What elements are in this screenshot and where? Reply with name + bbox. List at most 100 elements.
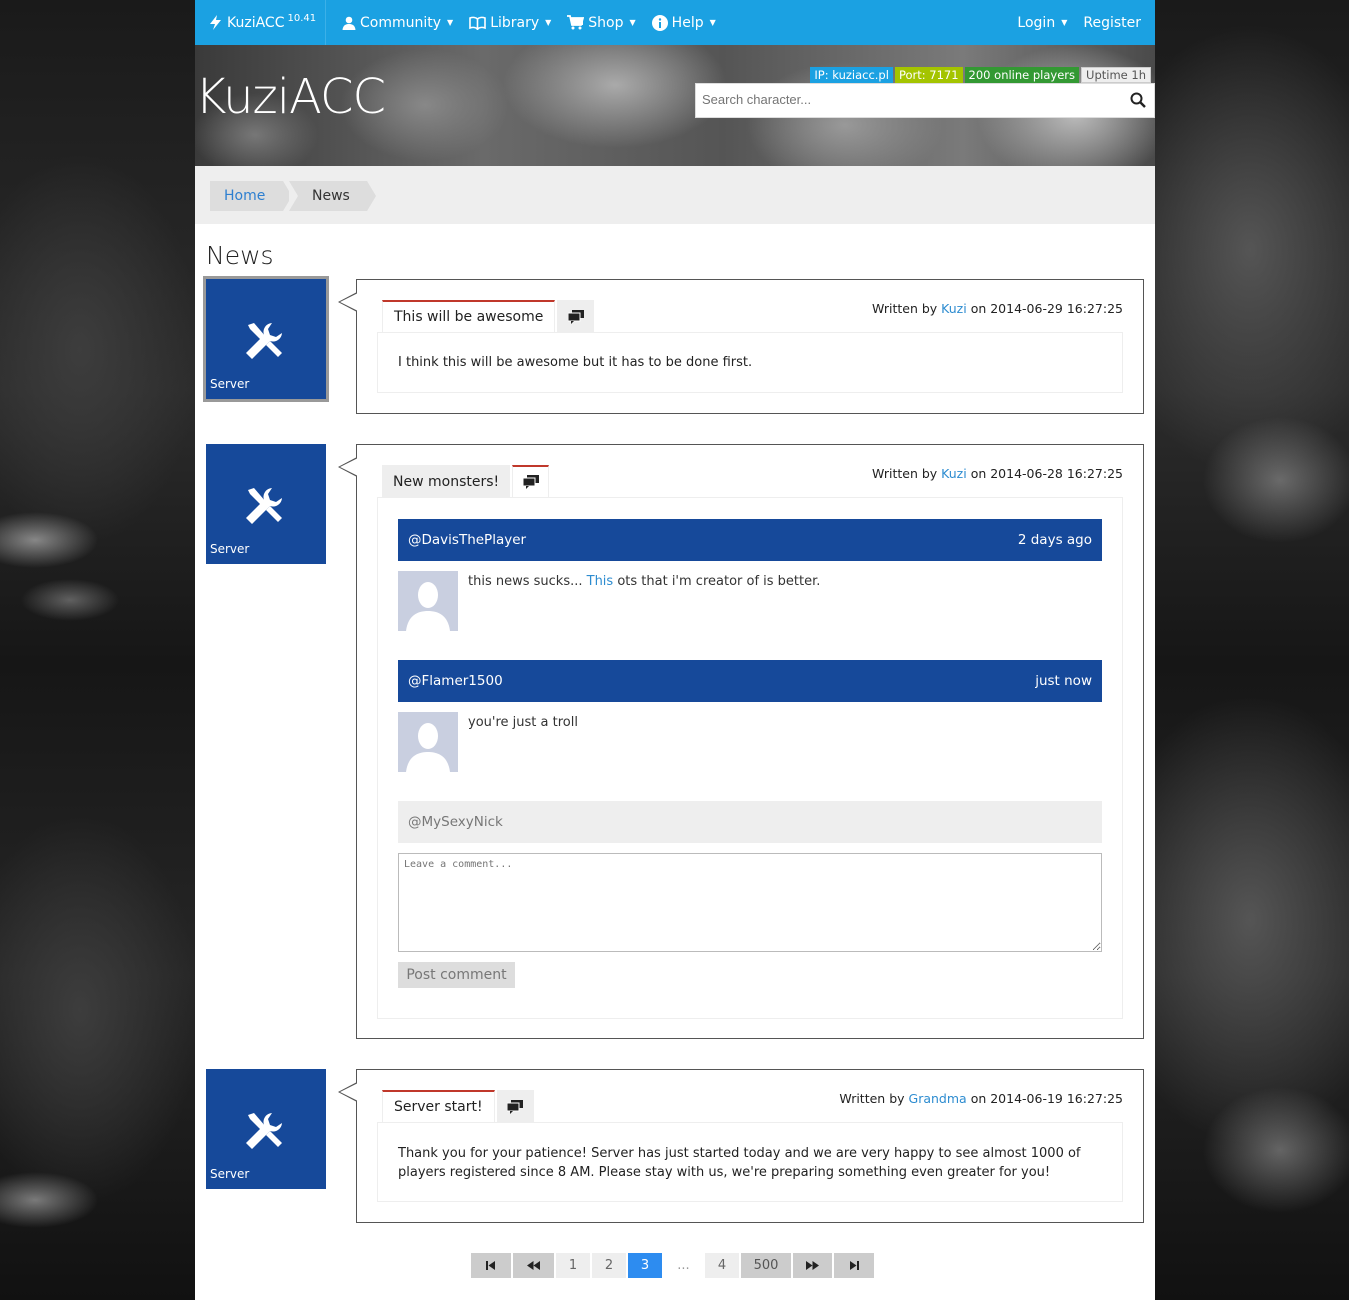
news-category-tile[interactable]: Server [206, 444, 326, 564]
comment-time: 2 days ago [1017, 532, 1092, 548]
news-tabs: This will be awesome [382, 300, 595, 332]
nav-help[interactable]: Help ▼ [651, 14, 716, 31]
chevron-down-icon: ▼ [629, 18, 636, 27]
nav-menu: Community ▼ Library ▼ Shop ▼ Help ▼ [342, 0, 716, 45]
breadcrumb-current: News [289, 181, 376, 211]
chevron-down-icon: ▼ [447, 18, 454, 27]
news-meta: Written by Kuzi on 2014-06-29 16:27:25 [872, 301, 1123, 316]
news-meta: Written by Grandma on 2014-06-19 16:27:2… [839, 1091, 1123, 1106]
nav-library[interactable]: Library ▼ [469, 15, 551, 31]
avatar [398, 712, 458, 772]
written-by-label: Written by [872, 466, 938, 481]
page-button[interactable]: 1 [556, 1253, 590, 1278]
comments-icon [507, 1100, 524, 1114]
tab-article[interactable]: New monsters! [382, 465, 511, 497]
tab-article[interactable]: Server start! [382, 1090, 495, 1122]
server-badges: IP: kuziacc.pl Port: 7171 200 online pla… [810, 67, 1151, 83]
bolt-icon [210, 15, 221, 30]
news-date: on 2014-06-29 16:27:25 [970, 301, 1123, 316]
page-button[interactable]: 4 [705, 1253, 739, 1278]
breadcrumb-home[interactable]: Home [210, 181, 292, 211]
tile-label: Server [210, 1167, 250, 1181]
brand-name: KuziACC [227, 14, 285, 31]
chevron-down-icon: ▼ [545, 18, 552, 27]
page-button-active[interactable]: 3 [628, 1253, 662, 1278]
header-banner: KuziACC IP: kuziacc.pl Port: 7171 200 on… [195, 45, 1155, 166]
search-icon[interactable] [1130, 92, 1146, 108]
breadcrumb: Home News [195, 166, 1155, 224]
page-button[interactable]: 500 [741, 1253, 791, 1278]
search-input[interactable] [696, 84, 1118, 115]
tools-icon [246, 488, 282, 524]
login-dropdown[interactable]: Login ▼ [1017, 15, 1067, 31]
nav-shop[interactable]: Shop ▼ [567, 14, 636, 31]
news-category-tile[interactable]: Server [203, 276, 329, 402]
comment-text: you're just a troll [468, 715, 578, 730]
comment-header: @Flamer1500 just now [398, 660, 1102, 702]
tile-label: Server [210, 377, 250, 391]
cart-icon [567, 15, 585, 30]
page-container: KuziACC 10.41 Community ▼ Library ▼ Shop… [195, 0, 1155, 1300]
tile-label: Server [210, 542, 250, 556]
first-page-button[interactable] [471, 1253, 511, 1278]
site-title: KuziACC [195, 69, 386, 125]
last-page-icon [850, 1261, 859, 1270]
chevron-down-icon: ▼ [1061, 18, 1068, 27]
news-category-tile[interactable]: Server [206, 1069, 326, 1189]
comment-time: just now [1035, 673, 1092, 689]
written-by-label: Written by [839, 1091, 905, 1106]
author-link[interactable]: Grandma [909, 1091, 967, 1106]
comment-input[interactable] [398, 853, 1102, 952]
avatar [398, 571, 458, 631]
nav-community[interactable]: Community ▼ [342, 15, 453, 31]
tab-comments[interactable] [512, 465, 550, 497]
page-title: News [206, 241, 274, 270]
pagination: 1 2 3 ... 4 500 [471, 1253, 874, 1278]
online-badge: 200 online players [964, 67, 1080, 83]
tools-icon [246, 323, 282, 359]
avatar-silhouette-icon [398, 712, 458, 772]
news-card: New monsters! Written by Kuzi on 2014-06… [338, 444, 1144, 1039]
comments-icon [567, 310, 584, 324]
author-link[interactable]: Kuzi [941, 466, 967, 481]
first-page-icon [486, 1261, 495, 1270]
comment-text: this news sucks... This ots that i'm cre… [468, 574, 820, 589]
tab-article[interactable]: This will be awesome [382, 300, 556, 332]
page-ellipsis: ... [677, 1258, 690, 1273]
news-tabs: New monsters! [382, 465, 550, 497]
navbar: KuziACC 10.41 Community ▼ Library ▼ Shop… [195, 0, 1155, 45]
comments-panel: @DavisThePlayer 2 days ago this news suc… [377, 497, 1123, 1019]
port-badge: Port: 7171 [894, 67, 963, 83]
next-page-button[interactable] [793, 1253, 832, 1278]
last-page-button[interactable] [834, 1253, 874, 1278]
login-label: Login [1017, 14, 1056, 31]
comment-user[interactable]: @DavisThePlayer [408, 532, 526, 548]
nav-community-label: Community [360, 14, 442, 31]
book-icon [469, 16, 486, 30]
avatar-silhouette-icon [398, 571, 458, 631]
user-icon [342, 16, 356, 30]
info-icon [651, 14, 668, 31]
news-tabs: Server start! [382, 1090, 534, 1122]
author-link[interactable]: Kuzi [941, 301, 967, 316]
post-comment-button[interactable]: Post comment [398, 962, 515, 988]
news-date: on 2014-06-19 16:27:25 [970, 1091, 1123, 1106]
page-button[interactable]: 2 [592, 1253, 626, 1278]
brand-link[interactable]: KuziACC 10.41 [195, 0, 326, 45]
comment-nick: @MySexyNick [398, 801, 1102, 843]
comment-header: @DavisThePlayer 2 days ago [398, 519, 1102, 561]
chevron-down-icon: ▼ [709, 18, 716, 27]
comment-text-after: ots that i'm creator of is better. [613, 574, 821, 589]
comment-user[interactable]: @Flamer1500 [408, 673, 503, 689]
tab-comments[interactable] [557, 300, 595, 332]
prev-page-button[interactable] [513, 1253, 554, 1278]
tools-icon [246, 1113, 282, 1149]
nav-account: Login ▼ Register [1017, 0, 1141, 45]
uptime-badge: Uptime 1h [1081, 67, 1151, 83]
comment-link[interactable]: This [587, 574, 614, 589]
tab-comments[interactable] [496, 1090, 534, 1122]
nav-shop-label: Shop [588, 14, 624, 31]
nav-library-label: Library [490, 14, 540, 31]
register-link[interactable]: Register [1083, 15, 1141, 31]
character-search [695, 83, 1155, 118]
